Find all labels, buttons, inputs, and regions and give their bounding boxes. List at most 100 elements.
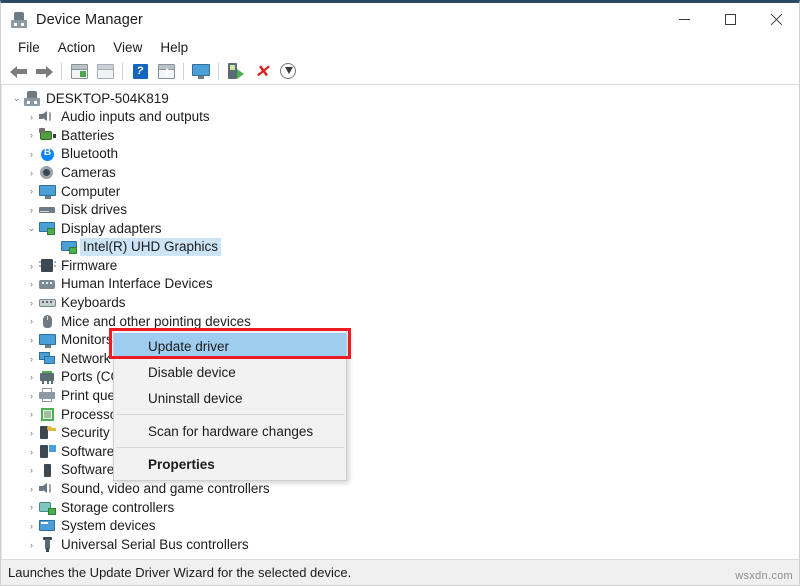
chevron-right-icon[interactable]: › xyxy=(24,149,39,159)
tree-node-audio-inputs-and-outputs[interactable]: › Audio inputs and outputs xyxy=(2,108,799,127)
tree-node-human-interface-devices[interactable]: › Human Interface Devices xyxy=(2,275,799,294)
monitor-icon xyxy=(39,333,56,348)
menu-file[interactable]: File xyxy=(9,38,49,57)
chevron-down-icon[interactable]: ⌄ xyxy=(9,93,24,104)
bluetooth-icon xyxy=(39,147,56,162)
chevron-right-icon[interactable]: › xyxy=(24,261,39,271)
uninstall-device-button[interactable]: ✕ xyxy=(249,59,275,83)
tree-node-universal-serial-bus-controllers[interactable]: › Universal Serial Bus controllers xyxy=(2,535,799,554)
context-menu-scan-for-hardware-changes[interactable]: Scan for hardware changes xyxy=(114,418,346,444)
toolbar-separator-2 xyxy=(122,62,123,80)
menu-view[interactable]: View xyxy=(104,38,151,57)
battery-icon xyxy=(39,127,56,143)
display-adapter-icon xyxy=(61,240,78,255)
context-menu-uninstall-device[interactable]: Uninstall device xyxy=(114,385,346,411)
tree-node-label: Intel(R) UHD Graphics xyxy=(80,238,222,256)
device-tree: ⌄ DESKTOP-504K819 › Audio inputs and output… xyxy=(2,85,799,554)
scan-for-hardware-changes-icon xyxy=(192,63,210,79)
chevron-right-icon[interactable]: › xyxy=(24,540,39,550)
printer-icon xyxy=(39,388,56,403)
chevron-right-icon[interactable]: › xyxy=(24,168,39,178)
toolbar-separator-4 xyxy=(218,62,219,80)
context-menu-properties[interactable]: Properties xyxy=(114,451,346,477)
chevron-right-icon[interactable]: › xyxy=(24,316,39,326)
chevron-right-icon[interactable]: › xyxy=(24,409,39,419)
close-button[interactable] xyxy=(753,3,799,36)
context-menu-update-driver[interactable]: Update driver xyxy=(114,333,346,359)
chevron-right-icon[interactable]: › xyxy=(24,521,39,531)
speaker-icon xyxy=(39,481,56,496)
tree-node-firmware[interactable]: › Firmware xyxy=(2,256,799,275)
minimize-button[interactable] xyxy=(661,3,707,36)
back-button[interactable] xyxy=(5,59,31,83)
tree-node-display-adapters[interactable]: ⌄ Display adapters xyxy=(2,219,799,238)
chevron-right-icon[interactable]: › xyxy=(24,484,39,494)
chevron-right-icon[interactable]: › xyxy=(24,279,39,289)
chevron-right-icon[interactable]: › xyxy=(24,428,39,438)
tree-node-label: Cameras xyxy=(61,164,116,180)
update-driver-button[interactable] xyxy=(153,59,179,83)
software-device-icon xyxy=(39,463,56,478)
context-menu-disable-device[interactable]: Disable device xyxy=(114,359,346,385)
firmware-icon xyxy=(39,258,56,273)
port-icon xyxy=(39,370,56,385)
tree-node-storage-controllers[interactable]: › Storage controllers xyxy=(2,498,799,517)
tree-node-computer[interactable]: › Computer xyxy=(2,182,799,201)
tree-node-label: Computer xyxy=(61,183,121,199)
show-hide-console-tree-button[interactable] xyxy=(66,59,92,83)
menu-help[interactable]: Help xyxy=(151,38,197,57)
device-manager-window: Device Manager File Action View Help ? ✕… xyxy=(0,0,800,586)
tree-node-batteries[interactable]: › Batteries xyxy=(2,126,799,145)
maximize-button[interactable] xyxy=(707,3,753,36)
chevron-right-icon[interactable]: › xyxy=(24,205,39,215)
tree-node-keyboards[interactable]: › Keyboards xyxy=(2,294,799,313)
tree-node-label: Monitors xyxy=(61,332,113,348)
properties-button[interactable] xyxy=(92,59,118,83)
maximize-icon xyxy=(724,14,736,25)
tree-node-mice-and-other-pointing-devices[interactable]: › Mice and other pointing devices xyxy=(2,312,799,331)
forward-arrow-icon xyxy=(35,65,53,78)
chevron-right-icon[interactable]: › xyxy=(24,112,39,122)
tree-node-system-devices[interactable]: › System devices xyxy=(2,517,799,536)
menu-action[interactable]: Action xyxy=(49,38,105,57)
properties-icon xyxy=(96,63,114,79)
status-bar: Launches the Update Driver Wizard for th… xyxy=(1,559,799,585)
tree-node-label: Batteries xyxy=(61,127,115,143)
window-controls xyxy=(661,3,799,36)
back-arrow-icon xyxy=(9,65,27,78)
tree-node-label: Universal Serial Bus controllers xyxy=(61,536,249,552)
tree-node-disk-drives[interactable]: › Disk drives xyxy=(2,201,799,220)
tree-node-desktop-504k819[interactable]: ⌄ DESKTOP-504K819 xyxy=(2,89,799,108)
chevron-down-icon[interactable]: ⌄ xyxy=(24,223,39,234)
status-bar-text: Launches the Update Driver Wizard for th… xyxy=(8,565,352,580)
chevron-right-icon[interactable]: › xyxy=(24,354,39,364)
forward-button[interactable] xyxy=(31,59,57,83)
add-legacy-hardware-button[interactable] xyxy=(223,59,249,83)
help-icon: ? xyxy=(132,63,148,79)
update-driver-icon xyxy=(157,63,175,79)
tree-node-sound-video-and-game-controllers[interactable]: › Sound, video and game controllers xyxy=(2,479,799,498)
tree-node-bluetooth[interactable]: › Bluetooth xyxy=(2,145,799,164)
chevron-right-icon[interactable]: › xyxy=(24,502,39,512)
help-button[interactable]: ? xyxy=(127,59,153,83)
chevron-right-icon[interactable]: › xyxy=(24,298,39,308)
chevron-right-icon[interactable]: › xyxy=(24,186,39,196)
tree-node-label: Disk drives xyxy=(61,202,128,218)
scan-for-hardware-changes-button[interactable] xyxy=(188,59,214,83)
chevron-right-icon[interactable]: › xyxy=(24,465,39,475)
chevron-right-icon[interactable]: › xyxy=(24,391,39,401)
tree-node-label: Sound, video and game controllers xyxy=(61,481,270,497)
tree-node-intel-uhd-graphics[interactable]: Intel(R) UHD Graphics xyxy=(2,238,799,257)
disk-drive-icon xyxy=(39,202,56,217)
tree-node-label: Storage controllers xyxy=(61,499,175,515)
tree-node-cameras[interactable]: › Cameras xyxy=(2,163,799,182)
device-tree-pane[interactable]: ⌄ DESKTOP-504K819 › Audio inputs and output… xyxy=(1,85,799,559)
tree-node-label: Human Interface Devices xyxy=(61,276,213,292)
uninstall-device-icon: ✕ xyxy=(254,61,270,81)
disable-device-button[interactable] xyxy=(275,59,301,83)
chevron-right-icon[interactable]: › xyxy=(24,130,39,140)
chevron-right-icon[interactable]: › xyxy=(24,372,39,382)
menu-bar: File Action View Help xyxy=(1,36,799,58)
chevron-right-icon[interactable]: › xyxy=(24,447,39,457)
chevron-right-icon[interactable]: › xyxy=(24,335,39,345)
